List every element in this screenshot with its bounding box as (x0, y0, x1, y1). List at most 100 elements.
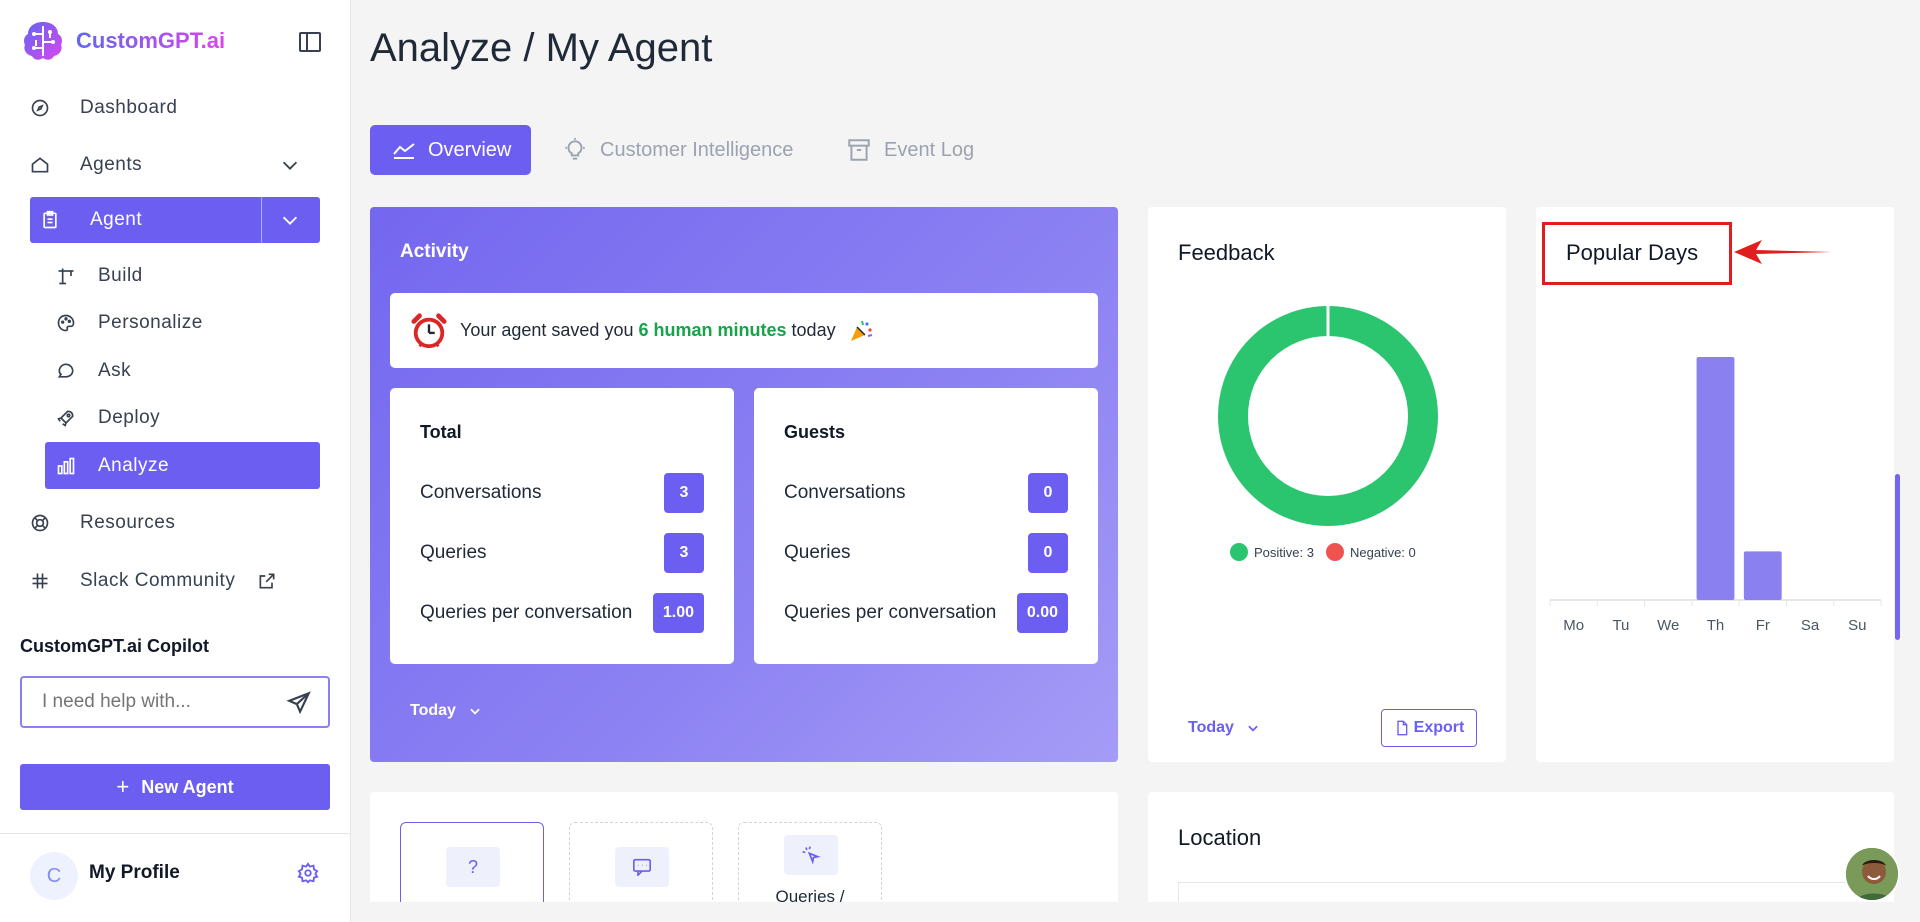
sidebar-item-label: Build (98, 265, 143, 286)
guests-title: Guests (784, 422, 846, 442)
stat-badge: 0 (1028, 473, 1068, 513)
click-icon (784, 835, 838, 875)
x-tick-label: Su (1848, 617, 1866, 634)
lifebuoy-icon (30, 513, 50, 533)
feedback-donut-chart (1218, 306, 1438, 526)
stat-label: Queries per conversation (784, 602, 997, 623)
export-button[interactable]: Export (1381, 709, 1477, 747)
copilot-title: CustomGPT.ai Copilot (20, 636, 209, 656)
sidebar-divider (0, 833, 351, 834)
time-saved-highlight: 6 human minutes (638, 320, 787, 340)
tab-label: Overview (428, 138, 512, 161)
export-label: Export (1413, 719, 1465, 736)
stat-row: Queries 3 (420, 533, 704, 573)
compass-icon (30, 98, 50, 118)
tab-customer-intelligence[interactable]: Customer Intelligence (562, 125, 793, 175)
sidebar-item-label: Deploy (98, 407, 161, 428)
stat-row: Queries 0 (784, 533, 1068, 573)
rocket-icon (56, 408, 76, 428)
sidebar-item-analyze[interactable]: Analyze (45, 442, 320, 489)
scrollbar[interactable] (1895, 474, 1900, 640)
tab-event-log[interactable]: Event Log (846, 125, 974, 175)
brain-logo-icon (24, 22, 62, 60)
support-chat-avatar[interactable] (1844, 846, 1900, 902)
palette-icon (56, 313, 76, 333)
stat-badge: 0 (1028, 533, 1068, 573)
sidebar-item-agents[interactable]: Agents (30, 143, 142, 187)
sidebar-toggle-icon[interactable] (298, 30, 322, 54)
chevron-down-icon[interactable] (279, 154, 301, 176)
positive-legend-label: Positive: 3 (1254, 544, 1314, 560)
tab-label: Event Log (884, 138, 975, 161)
time-saved-text: Your agent saved you 6 human minutes tod… (460, 320, 836, 341)
chevron-down-icon (1248, 725, 1258, 732)
sidebar-item-build[interactable]: Build (56, 256, 143, 296)
sidebar-item-personalize[interactable]: Personalize (56, 303, 203, 343)
bar-th (1696, 357, 1735, 600)
sidebar-item-ask[interactable]: Ask (56, 351, 131, 391)
stat-row: Queries per conversation 0.00 (784, 593, 1068, 633)
tab-overview[interactable]: Overview (370, 125, 531, 175)
stat-row: Conversations 3 (420, 473, 704, 513)
feedback-range-select[interactable]: Today (1188, 719, 1260, 737)
x-tick-label: Th (1707, 617, 1725, 634)
new-agent-button[interactable]: + New Agent (20, 764, 330, 810)
stat-badge: 1.00 (652, 593, 704, 633)
new-agent-label: New Agent (141, 776, 234, 797)
gear-icon[interactable] (297, 862, 319, 884)
chat-bubble-icon (56, 361, 76, 381)
message-icon (615, 847, 669, 887)
chevron-down-icon (470, 708, 480, 715)
feedback-card: Feedback Positive: 3 Negative: 0 Today E… (1148, 207, 1506, 762)
sidebar-item-label: Agents (80, 154, 143, 175)
guests-stats-card: Guests Conversations 0 Queries 0 Queries… (754, 388, 1098, 664)
alarm-clock-icon (411, 312, 447, 348)
location-title: Location (1178, 825, 1262, 850)
stat-label: Queries per conversation (420, 602, 633, 623)
popular-days-card: Popular Days Mo Tu We Th Fr Sa Su (1536, 207, 1894, 762)
slack-icon (30, 571, 50, 591)
sidebar-item-label: Slack Community (80, 570, 236, 591)
profile-name[interactable]: My Profile (89, 862, 180, 884)
x-tick-label: Mo (1563, 617, 1584, 634)
stat-badge: 0.00 (1016, 593, 1068, 633)
sidebar-item-dashboard[interactable]: Dashboard (30, 86, 177, 130)
stat-badge: 3 (664, 533, 704, 573)
sidebar-item-deploy[interactable]: Deploy (56, 398, 160, 438)
chevron-down-icon[interactable] (279, 209, 301, 231)
brand[interactable]: CustomGPT.ai (20, 18, 225, 64)
sidebar-item-resources[interactable]: Resources (30, 501, 175, 545)
sidebar-item-label: Analyze (98, 454, 170, 476)
donut-slice-positive (1218, 306, 1438, 526)
time-saved-banner: Your agent saved you 6 human minutes tod… (390, 293, 1098, 368)
feedback-title: Feedback (1178, 240, 1275, 265)
sidebar-item-slack-community[interactable]: Slack Community (30, 559, 277, 603)
popular-days-bar-chart: Mo Tu We Th Fr Sa Su (1549, 357, 1882, 634)
activity-range-select[interactable]: Today (410, 702, 482, 720)
archive-icon (848, 139, 870, 161)
sidebar-item-label: Ask (98, 360, 132, 381)
sidebar-item-agent[interactable]: Agent (30, 197, 320, 243)
negative-legend-dot (1325, 543, 1344, 561)
range-label: Today (1188, 719, 1234, 736)
feedback-legend: Positive: 3 Negative: 0 (1230, 543, 1416, 561)
crane-icon (56, 266, 76, 286)
sidebar-item-label: Dashboard (80, 97, 178, 118)
external-link-icon (257, 571, 277, 591)
range-label: Today (410, 702, 456, 719)
home-icon (30, 155, 50, 175)
clipboard-icon (40, 210, 60, 230)
avatar[interactable]: C (30, 852, 78, 900)
plus-icon: + (116, 774, 130, 799)
bar-fr (1743, 551, 1782, 600)
lightbulb-icon (565, 138, 585, 160)
x-tick-label: Sa (1801, 617, 1820, 634)
send-icon[interactable] (286, 690, 312, 716)
x-tick-label: We (1657, 617, 1679, 634)
stat-label: Conversations (420, 482, 542, 503)
x-tick-label: Fr (1756, 617, 1770, 634)
split-divider (261, 197, 262, 243)
sidebar-item-label: Personalize (98, 312, 203, 333)
copilot-input[interactable] (22, 678, 262, 726)
x-tick-label: Tu (1612, 617, 1629, 634)
